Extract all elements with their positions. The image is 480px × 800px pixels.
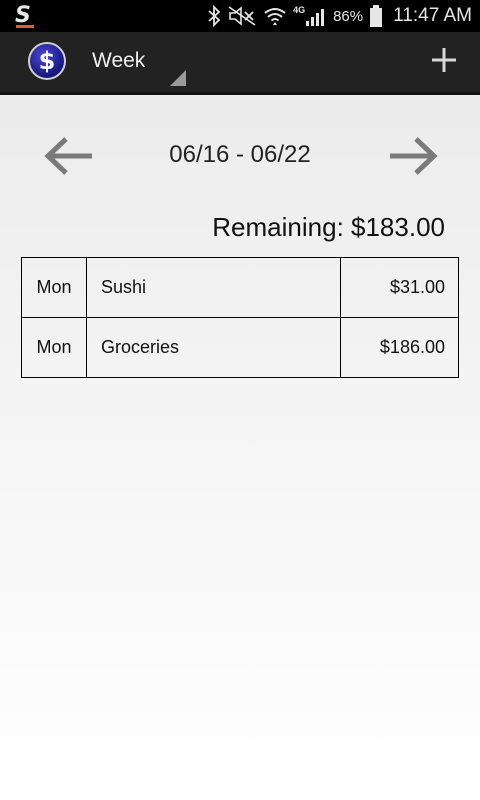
s-app-icon-underline	[16, 25, 34, 28]
add-expense-button[interactable]	[432, 48, 456, 72]
expense-day: Mon	[21, 257, 87, 318]
action-bar: $ Week	[0, 32, 480, 95]
period-selector-dropdown[interactable]: Week	[90, 32, 190, 92]
bluetooth-icon	[208, 5, 221, 27]
expense-amount: $31.00	[340, 257, 459, 318]
expense-amount: $186.00	[340, 317, 459, 378]
expense-description: Groceries	[86, 317, 341, 378]
mute-icon	[228, 6, 256, 26]
battery-percent: 86%	[333, 7, 364, 25]
status-bar: S 4G 86% 11:47 AM	[0, 0, 480, 32]
expense-day: Mon	[21, 317, 87, 378]
remaining-balance: Remaining: $183.00	[212, 212, 445, 242]
network-signal: 4G	[293, 5, 327, 27]
dollar-logo-icon[interactable]: $	[28, 42, 66, 80]
arrow-right-icon[interactable]	[388, 136, 438, 176]
network-type-label: 4G	[293, 5, 306, 15]
expense-description: Sushi	[86, 257, 341, 318]
table-row[interactable]: Mon Sushi $31.00	[21, 257, 459, 318]
clock: 11:47 AM	[393, 5, 472, 26]
status-icons: 4G 86% 11:47 AM	[207, 0, 472, 32]
expense-table: Mon Sushi $31.00 Mon Groceries $186.00	[21, 257, 459, 378]
period-selector-label: Week	[92, 49, 146, 72]
signal-icon	[306, 9, 325, 26]
dropdown-triangle-icon	[170, 70, 186, 86]
battery-icon	[370, 5, 383, 27]
table-row[interactable]: Mon Groceries $186.00	[21, 317, 459, 378]
wifi-icon	[264, 8, 286, 25]
